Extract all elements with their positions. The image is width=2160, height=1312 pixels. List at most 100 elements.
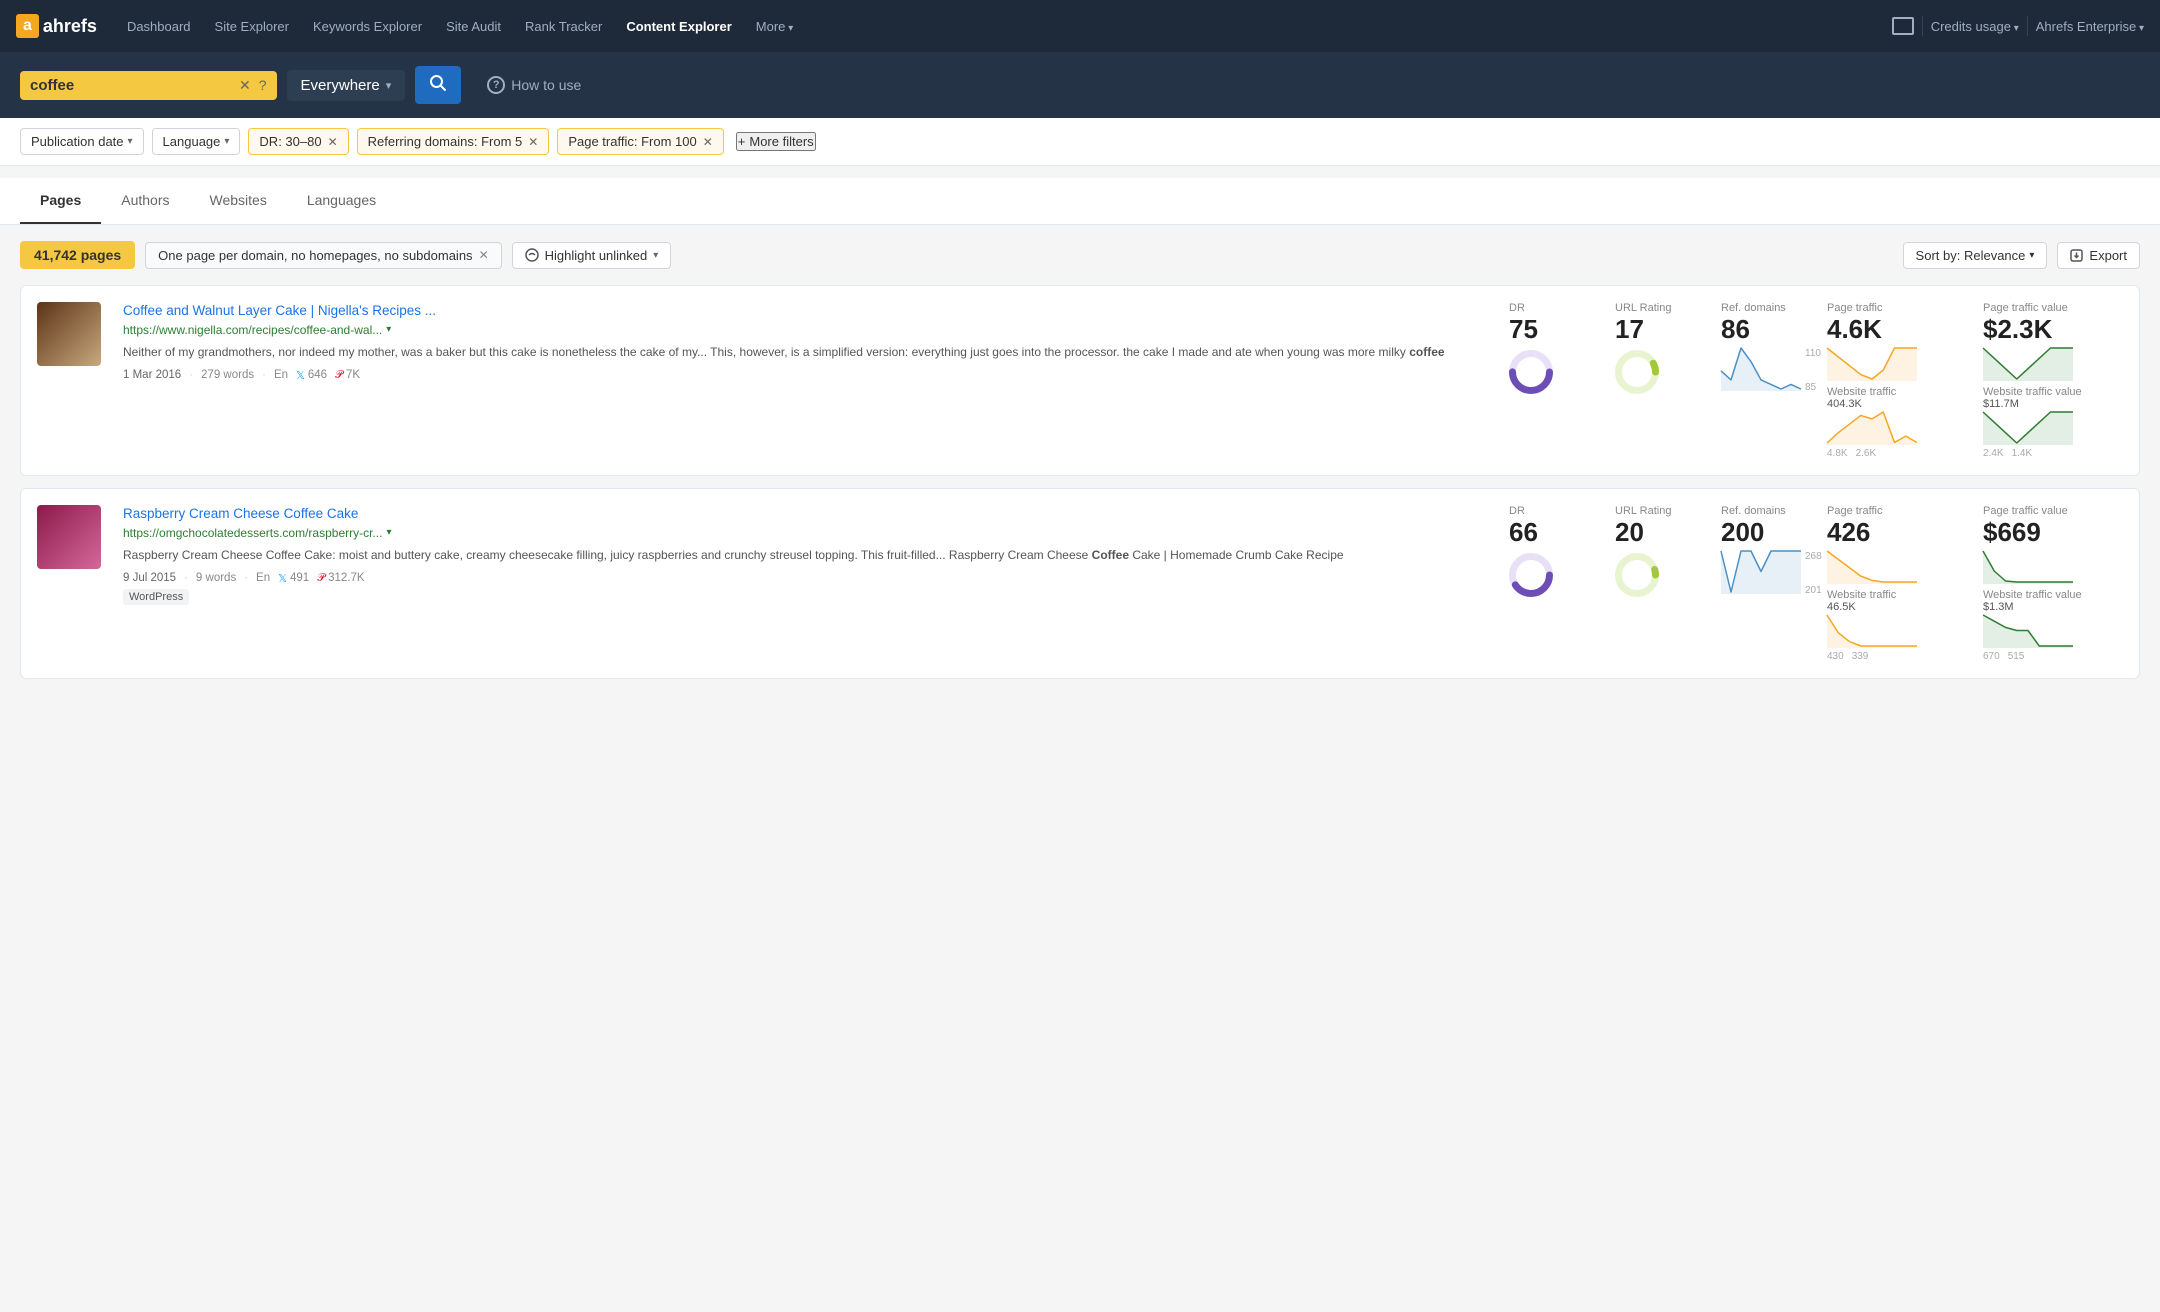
highlight-unlinked-button[interactable]: Highlight unlinked ▾: [512, 242, 672, 269]
export-button[interactable]: Export: [2057, 242, 2140, 269]
more-filters-label: More filters: [749, 134, 813, 149]
ref-domains-chart-labels: 268 201: [1805, 551, 1822, 596]
result-word-count: 279 words: [201, 369, 254, 381]
table-row: Raspberry Cream Cheese Coffee Cake https…: [20, 488, 2140, 679]
line-chart: [1721, 346, 1801, 391]
page-traffic-filter-label: Page traffic: From 100: [568, 134, 696, 149]
language-filter[interactable]: Language ▾: [152, 128, 241, 155]
result-title-link[interactable]: Raspberry Cream Cheese Coffee Cake: [123, 505, 1493, 524]
how-to-use-icon: ?: [487, 76, 505, 94]
result-url[interactable]: https://www.nigella.com/recipes/coffee-a…: [123, 323, 1493, 337]
traffic-val-low-label: 1.4K: [2012, 448, 2033, 459]
more-filters-button[interactable]: + More filters: [736, 132, 816, 151]
tab-authors[interactable]: Authors: [101, 178, 189, 224]
website-traffic-value-label: Website traffic value: [1983, 589, 2082, 601]
url-arrow-icon: ▾: [386, 324, 391, 335]
ref-domains-chart-labels: 110 85: [1805, 348, 1821, 393]
table-row: Coffee and Walnut Layer Cake | Nigella's…: [20, 285, 2140, 476]
credits-usage[interactable]: Credits usage: [1931, 19, 2019, 34]
tab-languages[interactable]: Languages: [287, 178, 396, 224]
nav-item-more[interactable]: More: [746, 13, 803, 40]
page-traffic-value-chart: [1983, 549, 2073, 587]
search-input[interactable]: [30, 77, 231, 94]
pub-date-arrow-icon: ▾: [128, 136, 133, 147]
highlight-unlinked-label: Highlight unlinked: [545, 248, 648, 263]
logo-icon: a: [16, 14, 39, 38]
publication-date-filter[interactable]: Publication date ▾: [20, 128, 144, 155]
search-input-wrap[interactable]: ✕ ?: [20, 71, 277, 100]
scope-dropdown[interactable]: Everywhere ▾: [287, 70, 406, 101]
more-filters-icon: +: [738, 134, 746, 149]
traffic-val-low-label: 515: [2008, 651, 2025, 662]
monitor-icon[interactable]: [1892, 17, 1914, 35]
result-info: Coffee and Walnut Layer Cake | Nigella's…: [123, 302, 1493, 382]
dr-donut: [1509, 350, 1553, 397]
dr-filter-close[interactable]: ✕: [328, 135, 338, 149]
result-meta: 9 Jul 2015 · 9 words · En 𝕏 491 𝒫 312.7K: [123, 572, 1493, 585]
website-traffic-label: Website traffic: [1827, 589, 1896, 601]
result-word-count: 9 words: [196, 572, 236, 584]
ref-domains-filter-label: Referring domains: From 5: [368, 134, 523, 149]
result-twitter-shares: 𝕏 646: [296, 369, 327, 382]
page-traffic-filter-close[interactable]: ✕: [703, 135, 713, 149]
ref-high-label: 110: [1805, 348, 1821, 359]
page-traffic-metric: Page traffic 426 Website traffic 46.5K 4…: [1827, 505, 1967, 662]
website-traffic-value-amount: $1.3M: [1983, 601, 2014, 613]
nav-item-content-explorer[interactable]: Content Explorer: [616, 13, 741, 40]
results-list: Coffee and Walnut Layer Cake | Nigella's…: [20, 285, 2140, 679]
logo[interactable]: a ahrefs: [16, 14, 97, 38]
language-arrow-icon: ▾: [224, 136, 229, 147]
ref-domains-chart: [1721, 346, 1801, 394]
tab-websites[interactable]: Websites: [190, 178, 287, 224]
website-traffic-value: 404.3K: [1827, 398, 1862, 410]
dr-donut: [1509, 553, 1553, 600]
page-traffic-value-metric: Page traffic value $2.3K Website traffic…: [1983, 302, 2123, 459]
results-bar: 41,742 pages One page per domain, no hom…: [20, 241, 2140, 269]
dr-label: DR: [1509, 302, 1525, 314]
donut-chart: [1509, 350, 1553, 394]
how-to-use[interactable]: ? How to use: [487, 76, 581, 94]
traffic-low-label: 339: [1852, 651, 1869, 662]
dr-label: DR: [1509, 505, 1525, 517]
nav-item-keywords-explorer[interactable]: Keywords Explorer: [303, 13, 432, 40]
line-chart: [1983, 410, 2073, 445]
pages-count-badge: 41,742 pages: [20, 241, 135, 269]
page-traffic-value-label: Page traffic value: [1983, 505, 2068, 517]
nav-right: Credits usage Ahrefs Enterprise: [1892, 16, 2144, 36]
page-traffic-value-label: Page traffic value: [1983, 302, 2068, 314]
ref-domains-filter-close[interactable]: ✕: [528, 135, 538, 149]
help-icon[interactable]: ?: [259, 77, 267, 93]
result-url[interactable]: https://omgchocolatedesserts.com/raspber…: [123, 526, 1493, 540]
page-traffic-value: 4.6K: [1827, 316, 1882, 342]
url-rating-metric: URL Rating 20: [1615, 505, 1705, 604]
nav-item-site-audit[interactable]: Site Audit: [436, 13, 511, 40]
result-language: En: [256, 572, 270, 584]
clear-icon[interactable]: ✕: [239, 77, 251, 94]
url-rating-label: URL Rating: [1615, 505, 1671, 517]
nav-item-dashboard[interactable]: Dashboard: [117, 13, 201, 40]
filter-pill-close[interactable]: ✕: [479, 248, 489, 262]
line-chart: [1827, 613, 1917, 648]
ref-domains-filter-tag: Referring domains: From 5 ✕: [357, 128, 550, 155]
nav-item-site-explorer[interactable]: Site Explorer: [205, 13, 299, 40]
result-thumbnail: [37, 302, 107, 366]
result-pinterest-shares: 𝒫 312.7K: [317, 572, 364, 585]
export-icon: [2070, 249, 2083, 262]
dr-value: 75: [1509, 316, 1538, 342]
url-rating-value: 17: [1615, 316, 1644, 342]
donut-chart: [1615, 553, 1659, 597]
traffic-val-chart-labels: 670 515: [1983, 651, 2024, 662]
sort-button[interactable]: Sort by: Relevance ▾: [1903, 242, 2048, 269]
traffic-high-label: 430: [1827, 651, 1844, 662]
result-title-link[interactable]: Coffee and Walnut Layer Cake | Nigella's…: [123, 302, 1493, 321]
result-date: 1 Mar 2016: [123, 369, 181, 381]
nav-item-rank-tracker[interactable]: Rank Tracker: [515, 13, 612, 40]
tab-pages[interactable]: Pages: [20, 178, 101, 224]
ref-high-label: 268: [1805, 551, 1822, 562]
line-chart: [1983, 346, 2073, 381]
ahrefs-enterprise[interactable]: Ahrefs Enterprise: [2036, 19, 2144, 34]
highlight-icon: [525, 248, 539, 262]
nav-divider-2: [2027, 16, 2028, 36]
search-button[interactable]: [415, 66, 461, 104]
ref-domains-metric: Ref. domains 86 110 85: [1721, 302, 1811, 394]
